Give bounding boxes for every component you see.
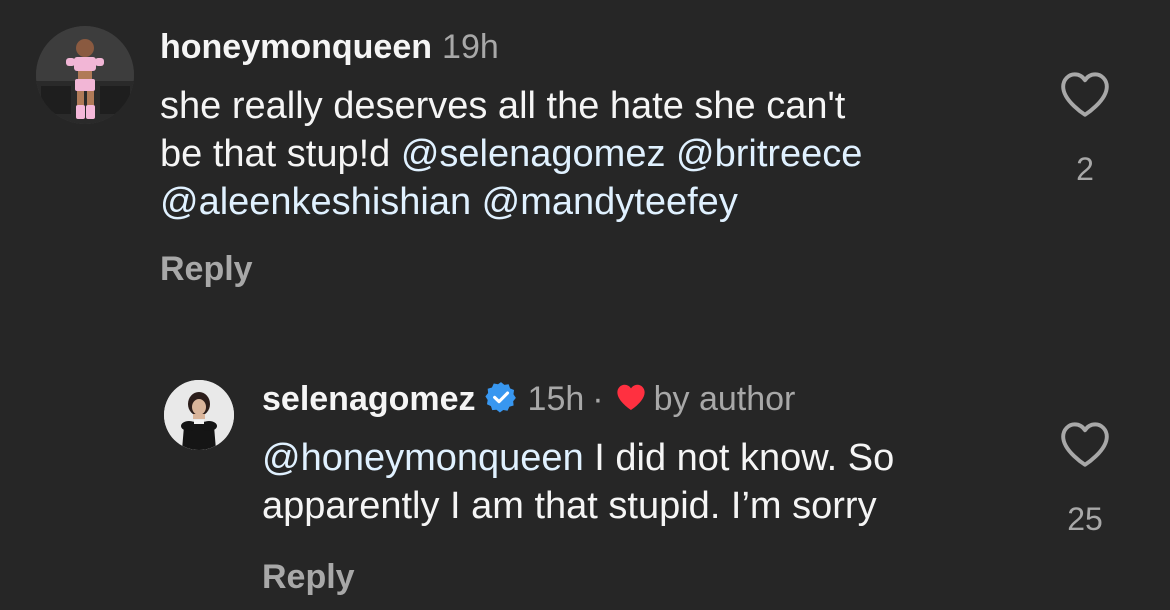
mention-link[interactable]: @honeymonqueen: [262, 437, 584, 479]
comment-text-segment: be that stup!d: [160, 133, 401, 175]
username[interactable]: honeymonqueen: [160, 28, 432, 67]
reply-button[interactable]: Reply: [160, 250, 253, 289]
like-control: 25: [1054, 420, 1116, 538]
mention-link[interactable]: @mandyteefey: [482, 181, 738, 223]
comments-screen: honeymonqueen 19h she really deserves al…: [0, 0, 1170, 610]
reply-line: @honeymonqueen I did not know. So: [262, 434, 1022, 482]
comment-text: she really deserves all the hate she can…: [160, 82, 1020, 226]
like-count[interactable]: 25: [1054, 501, 1116, 538]
heart-outline-icon[interactable]: [1054, 420, 1116, 473]
verified-badge-icon: [484, 380, 518, 419]
reply-button[interactable]: Reply: [262, 558, 355, 597]
reply-text: @honeymonqueen I did not know. So appare…: [262, 434, 1022, 530]
timestamp: 19h: [442, 28, 499, 66]
reply-line: apparently I am that stupid. I’m sorry: [262, 485, 877, 527]
mention-link[interactable]: @britreece: [676, 133, 862, 175]
comment-line: she really deserves all the hate she can…: [160, 85, 846, 127]
comment-header: honeymonqueen 19h: [160, 28, 499, 67]
username[interactable]: selenagomez: [262, 380, 476, 419]
comment-line: @aleenkeshishian @mandyteefey: [160, 178, 1020, 226]
liked-by-author-label: by author: [653, 380, 796, 418]
timestamp: 15h: [527, 380, 585, 418]
avatar[interactable]: [36, 26, 134, 124]
comment: honeymonqueen 19h she really deserves al…: [0, 0, 1170, 330]
like-control: 2: [1054, 70, 1116, 188]
separator: ·: [592, 380, 604, 418]
like-count[interactable]: 2: [1054, 151, 1116, 188]
reply-header: selenagomez 15h · by author: [262, 380, 795, 419]
mention-link[interactable]: @selenagomez: [401, 133, 666, 175]
comment-line: be that stup!d @selenagomez @britreece: [160, 130, 1020, 178]
reply-text-segment: I did not know. So: [583, 437, 895, 479]
heart-outline-icon[interactable]: [1054, 70, 1116, 123]
avatar[interactable]: [164, 380, 234, 450]
mention-link[interactable]: @aleenkeshishian: [160, 181, 471, 223]
reply-comment: selenagomez 15h · by author @honeymonque…: [0, 330, 1170, 610]
heart-filled-icon: [614, 382, 648, 417]
